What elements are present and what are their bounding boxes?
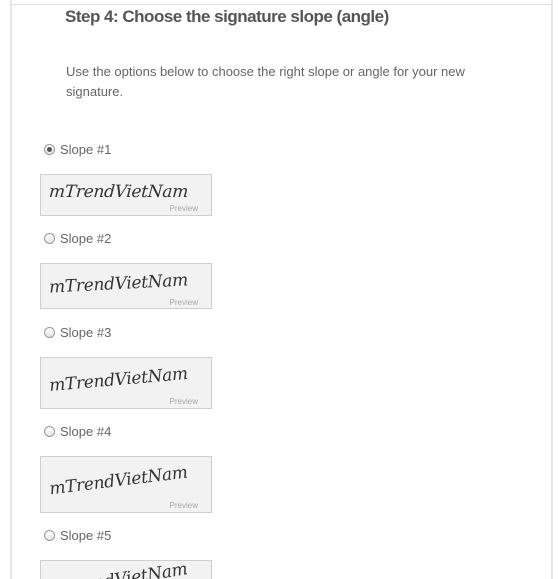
slope-3-preview-label: Preview [169, 397, 198, 406]
right-border [551, 0, 553, 579]
slope-4-radio[interactable] [44, 425, 55, 437]
slope-2-radio[interactable] [44, 232, 55, 244]
slope-1-preview: mTrendVietNam Preview [40, 174, 212, 216]
slope-2-preview: mTrendVietNam Preview [40, 263, 212, 309]
slope-3-label: Slope #3 [60, 324, 112, 340]
slope-5-label: Slope #5 [60, 527, 112, 543]
slope-2-signature: mTrendVietNam [48, 270, 189, 298]
slope-3-preview: mTrendVietNam Preview [40, 357, 212, 409]
left-border [10, 0, 12, 579]
slope-1-preview-label: Preview [169, 204, 198, 213]
slope-1-radio[interactable] [44, 143, 55, 155]
slope-4-signature: mTrendVietNam [48, 462, 189, 500]
slope-3-radio[interactable] [44, 326, 55, 338]
slope-5-preview: mTrendVietNam [40, 560, 212, 579]
slope-4-preview-label: Preview [169, 501, 198, 510]
step-title: Step 4: Choose the signature slope (angl… [65, 7, 389, 26]
slope-option-3[interactable]: Slope #3 [44, 322, 111, 342]
slope-5-signature: mTrendVietNam [48, 561, 188, 579]
step-instructions: Use the options below to choose the righ… [66, 64, 465, 99]
slope-4-label: Slope #4 [60, 423, 112, 439]
slope-2-preview-label: Preview [169, 298, 198, 307]
slope-2-label: Slope #2 [60, 230, 112, 246]
slope-3-signature: mTrendVietNam [48, 363, 189, 397]
slope-option-1[interactable]: Slope #1 [44, 139, 111, 159]
slope-1-label: Slope #1 [60, 141, 112, 157]
top-divider [12, 4, 551, 5]
slope-option-5[interactable]: Slope #5 [44, 525, 111, 545]
slope-4-preview: mTrendVietNam Preview [40, 456, 212, 513]
slope-5-radio[interactable] [44, 529, 55, 541]
slope-option-2[interactable]: Slope #2 [44, 228, 111, 248]
slope-option-4[interactable]: Slope #4 [44, 421, 111, 441]
slope-1-signature: mTrendVietNam [48, 182, 189, 202]
